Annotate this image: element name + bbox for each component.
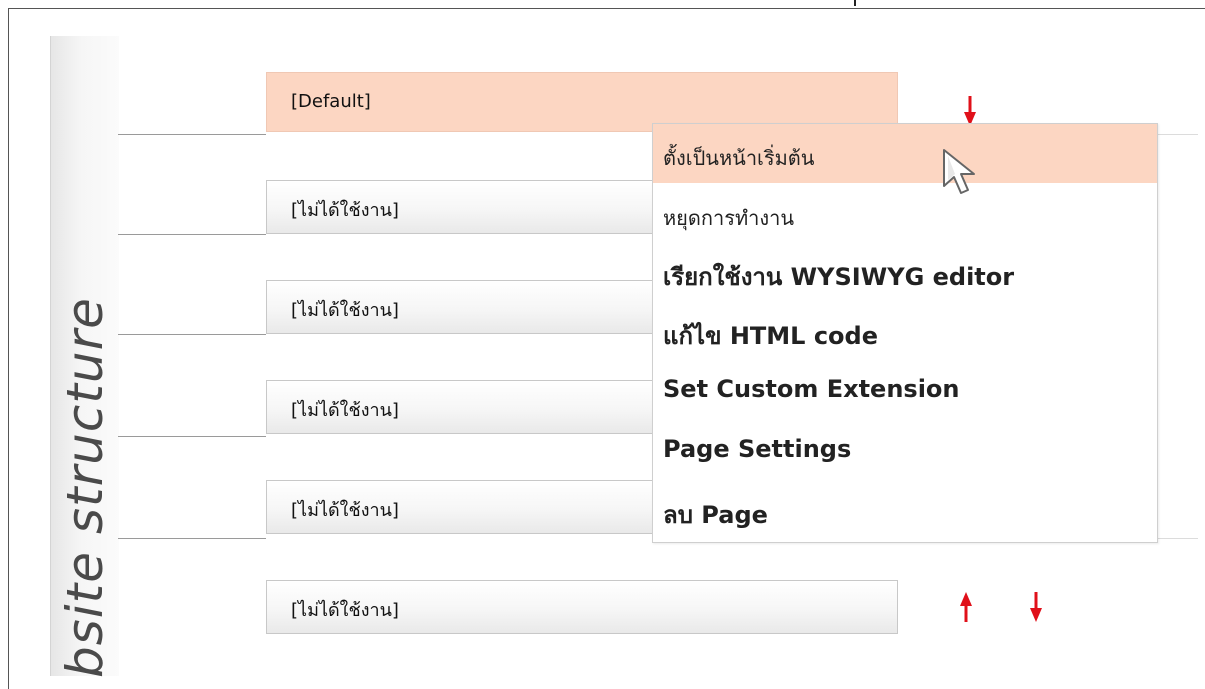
top-edge-tick [854,0,856,6]
connector-line [118,134,266,135]
connector-line [118,334,266,335]
page-row[interactable]: [ไม่ได้ใช้งาน] [266,580,898,634]
mouse-pointer-icon [938,146,986,206]
menu-item-delete-page[interactable]: ลบ Page [653,481,1157,540]
menu-item-wysiwyg-editor[interactable]: เรียกใช้งาน WYSIWYG editor [653,243,1157,302]
page-row-label: [ไม่ได้ใช้งาน] [291,500,399,521]
menu-item-disable[interactable]: หยุดการทำงาน [653,184,1157,243]
menu-item-set-home[interactable]: ตั้งเป็นหน้าเริ่มต้น [653,124,1157,183]
menu-item-label: แก้ไข HTML code [663,322,878,350]
page-row-label: [ไม่ได้ใช้งาน] [291,600,399,621]
arrow-up-icon[interactable] [960,592,972,622]
menu-item-label: ตั้งเป็นหน้าเริ่มต้น [663,146,815,170]
arrow-down-icon[interactable] [1030,592,1042,622]
page-row-label: [ไม่ได้ใช้งาน] [291,400,399,421]
context-menu: ตั้งเป็นหน้าเริ่มต้น หยุดการทำงาน เรียกใ… [652,123,1158,543]
arrow-down-icon[interactable] [964,96,976,126]
menu-item-custom-extension[interactable]: Set Custom Extension [653,361,1157,420]
menu-item-label: เรียกใช้งาน WYSIWYG editor [663,263,1015,291]
menu-item-label: หยุดการทำงาน [663,206,795,230]
connector-line [118,538,266,539]
side-panel-title: bsite structure [56,297,114,678]
connector-line [118,436,266,437]
page-row-label: [Default] [291,91,371,112]
menu-item-page-settings[interactable]: Page Settings [653,421,1157,480]
page-row-label: [ไม่ได้ใช้งาน] [291,300,399,321]
top-edge [0,0,1205,8]
menu-item-label: ลบ Page [663,501,768,529]
page-row-label: [ไม่ได้ใช้งาน] [291,200,399,221]
menu-item-edit-html[interactable]: แก้ไข HTML code [653,302,1157,361]
menu-item-label: Page Settings [663,435,852,463]
connector-line [118,234,266,235]
menu-item-label: Set Custom Extension [663,375,960,403]
